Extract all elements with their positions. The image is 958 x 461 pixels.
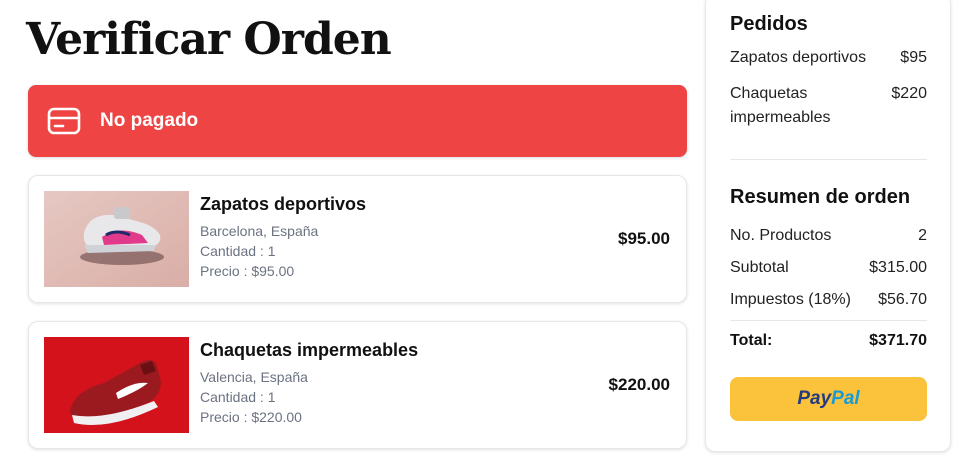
summary-label: No. Productos (730, 227, 832, 244)
order-summary-panel: Pedidos Zapatos deportivos $95 Chaquetas… (705, 0, 951, 452)
summary-row: Impuestos (18%) $56.70 (730, 288, 927, 312)
order-item-value: $95 (900, 49, 927, 66)
orders-title: Pedidos (730, 13, 808, 35)
order-item: Zapatos deportivos $95 (730, 46, 927, 70)
product-card: Chaquetas impermeables Valencia, España … (28, 321, 687, 449)
total-row: Total: $371.70 (730, 329, 927, 353)
product-location: Barcelona, España (200, 223, 319, 239)
order-item-label: Chaquetas impermeables (730, 85, 831, 126)
product-unit-price: Precio : $95.00 (200, 263, 295, 279)
pink-sneaker-image (44, 191, 189, 287)
paypal-logo-pal: Pal (831, 388, 860, 409)
summary-value: $315.00 (869, 259, 927, 276)
product-name: Chaquetas impermeables (200, 340, 419, 360)
divider (730, 320, 927, 321)
paypal-logo-pay: Pay (797, 388, 832, 409)
summary-label: Subtotal (730, 259, 789, 276)
product-quantity: Cantidad : 1 (200, 243, 276, 259)
payment-status-banner: No pagado (28, 85, 687, 157)
paypal-button[interactable]: Pay Pal (730, 377, 927, 421)
order-item-label: Zapatos deportivos (730, 49, 867, 66)
divider (730, 159, 927, 160)
credit-card-icon (46, 103, 82, 139)
product-unit-price: Precio : $220.00 (200, 409, 302, 425)
total-value: $371.70 (869, 332, 927, 349)
product-card: Zapatos deportivos Barcelona, España Can… (28, 175, 687, 303)
summary-value: $56.70 (878, 291, 927, 308)
red-sneaker-image (44, 337, 189, 433)
summary-label: Impuestos (18%) (730, 291, 851, 308)
page-title: Verificar Orden (26, 14, 392, 65)
summary-row: No. Productos 2 (730, 224, 927, 248)
product-total-price: $95.00 (618, 229, 670, 248)
payment-status-label: No pagado (100, 110, 199, 131)
product-quantity: Cantidad : 1 (200, 389, 276, 405)
order-item-value: $220 (891, 85, 927, 102)
total-label: Total: (730, 332, 773, 349)
summary-row: Subtotal $315.00 (730, 256, 927, 280)
product-name: Zapatos deportivos (200, 194, 367, 214)
product-location: Valencia, España (200, 369, 308, 385)
summary-title: Resumen de orden (730, 186, 911, 208)
summary-value: 2 (918, 227, 927, 244)
product-total-price: $220.00 (608, 375, 670, 394)
order-item: Chaquetas impermeables $220 (730, 82, 927, 130)
